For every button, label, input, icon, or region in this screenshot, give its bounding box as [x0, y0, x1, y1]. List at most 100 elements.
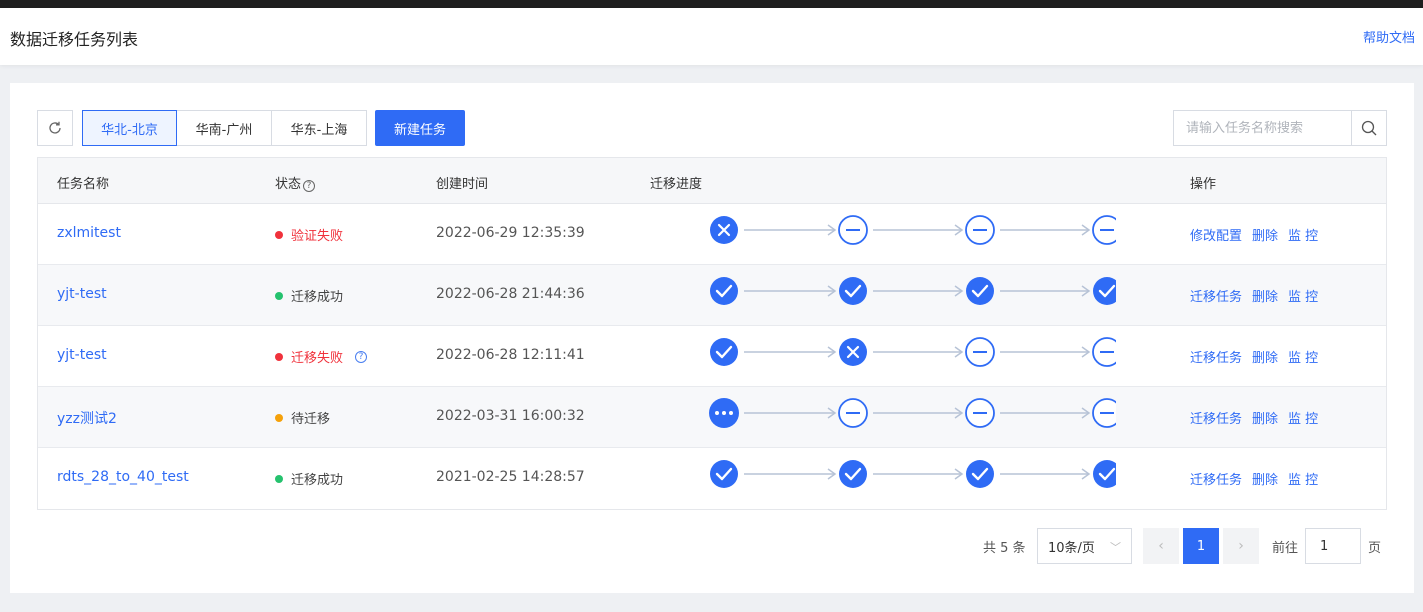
step-pending-icon: [1092, 398, 1116, 428]
page-suffix-label: 页: [1368, 541, 1382, 556]
row-actions: 修改配置 删除 监 控: [1190, 225, 1328, 244]
new-task-button[interactable]: 新建任务: [375, 110, 465, 146]
action-primary-link[interactable]: 迁移任务: [1190, 347, 1242, 366]
step-fail-icon: [839, 338, 867, 366]
status-text: 验证失败: [291, 229, 344, 244]
status-badge: 待迁移: [275, 408, 330, 427]
chevron-down-icon: ﹀: [1110, 541, 1121, 554]
step-done-icon: [1093, 277, 1116, 305]
migration-progress: [700, 274, 1116, 306]
row-actions: 迁移任务 删除 监 控: [1190, 469, 1328, 488]
step-fail-icon: [710, 216, 738, 244]
table-row: yjt-test 迁移失败? 2022-06-28 12:11:41 迁移任务 …: [38, 326, 1386, 387]
progress-steps: [710, 337, 1116, 367]
action-monitor-link[interactable]: 监 控: [1288, 347, 1318, 366]
step-pending-icon: [1092, 215, 1116, 245]
action-monitor-link[interactable]: 监 控: [1288, 225, 1318, 244]
page-size-value: 10条/页: [1048, 540, 1095, 556]
table-row: yzz测试2 待迁移 2022-03-31 16:00:32 迁移任务 删除 监…: [38, 387, 1386, 448]
task-name-link[interactable]: rdts_28_to_40_test: [57, 469, 189, 485]
status-dot-icon: [275, 352, 283, 361]
migration-progress: [700, 335, 1116, 367]
action-monitor-link[interactable]: 监 控: [1288, 408, 1318, 427]
col-header-ops: 操作: [1190, 177, 1217, 192]
chevron-right-icon: ›: [1238, 538, 1244, 554]
refresh-icon: [49, 121, 61, 134]
task-name-link[interactable]: yzz测试2: [57, 408, 117, 428]
search-button[interactable]: [1351, 111, 1386, 145]
created-time: 2022-06-28 21:44:36: [436, 286, 585, 302]
chevron-left-icon: ‹: [1158, 538, 1164, 554]
help-docs-link[interactable]: 帮助文档: [1363, 27, 1415, 46]
region-tab-beijing[interactable]: 华北-北京: [82, 110, 177, 146]
table-row: zxlmitest 验证失败 2022-06-29 12:35:39 修改配置 …: [38, 204, 1386, 265]
step-pending-icon: [965, 215, 995, 245]
page-title: 数据迁移任务列表: [10, 30, 139, 49]
action-delete-link[interactable]: 删除: [1252, 286, 1278, 305]
created-time: 2022-06-29 12:35:39: [436, 225, 585, 241]
task-name-link[interactable]: yjt-test: [57, 286, 107, 302]
region-tab-guangzhou[interactable]: 华南-广州: [176, 110, 272, 146]
task-name-link[interactable]: zxlmitest: [57, 225, 121, 241]
next-page-button[interactable]: ›: [1223, 528, 1259, 564]
table-row: yjt-test 迁移成功 2022-06-28 21:44:36 迁移任务 删…: [38, 265, 1386, 326]
step-done-icon: [1093, 460, 1116, 488]
progress-steps: [710, 215, 1116, 245]
status-dot-icon: [275, 230, 283, 239]
search-input[interactable]: [1174, 111, 1351, 145]
help-circle-icon[interactable]: ?: [303, 180, 316, 192]
top-dark-bar: [0, 0, 1423, 8]
pagination: 共 5 条 10条/页 ﹀ ‹ 1 › 前往 页: [10, 528, 1414, 564]
error-help-icon[interactable]: ?: [355, 350, 368, 363]
action-delete-link[interactable]: 删除: [1252, 225, 1278, 244]
migration-progress: [700, 396, 1116, 428]
status-text: 迁移失败: [291, 351, 344, 366]
created-time: 2022-06-28 12:11:41: [436, 347, 585, 363]
total-count: 共 5 条: [983, 541, 1026, 556]
action-delete-link[interactable]: 删除: [1252, 469, 1278, 488]
region-tab-shanghai[interactable]: 华东-上海: [271, 110, 367, 146]
goto-label: 前往: [1272, 541, 1299, 556]
step-done-icon: [966, 460, 994, 488]
action-delete-link[interactable]: 删除: [1252, 347, 1278, 366]
task-name-link[interactable]: yjt-test: [57, 347, 107, 363]
table-row: rdts_28_to_40_test 迁移成功 2021-02-25 14:28…: [38, 448, 1386, 509]
action-monitor-link[interactable]: 监 控: [1288, 469, 1318, 488]
action-delete-link[interactable]: 删除: [1252, 408, 1278, 427]
progress-steps: [710, 460, 1116, 488]
region-tabs: 华北-北京 华南-广州 华东-上海: [82, 110, 367, 146]
row-actions: 迁移任务 删除 监 控: [1190, 408, 1328, 427]
page-size-select[interactable]: 10条/页 ﹀: [1037, 528, 1132, 564]
status-dot-icon: [275, 413, 283, 422]
table-header: 任务名称 状态? 创建时间 迁移进度 操作: [38, 158, 1386, 204]
row-actions: 迁移任务 删除 监 控: [1190, 347, 1328, 366]
goto-page-input[interactable]: [1305, 528, 1361, 564]
page-header: 数据迁移任务列表 帮助文档: [0, 8, 1423, 65]
migration-progress: [700, 213, 1116, 245]
progress-steps: [709, 398, 1116, 428]
status-badge: 迁移失败?: [275, 347, 368, 366]
created-time: 2021-02-25 14:28:57: [436, 469, 585, 485]
action-primary-link[interactable]: 迁移任务: [1190, 286, 1242, 305]
step-pending-icon: [1092, 337, 1116, 367]
action-primary-link[interactable]: 修改配置: [1190, 225, 1242, 244]
step-done-icon: [839, 460, 867, 488]
prev-page-button[interactable]: ‹: [1143, 528, 1179, 564]
step-done-icon: [839, 277, 867, 305]
step-done-icon: [710, 338, 738, 366]
action-monitor-link[interactable]: 监 控: [1288, 286, 1318, 305]
page-number-current[interactable]: 1: [1183, 528, 1219, 564]
status-dot-icon: [275, 291, 283, 300]
refresh-button[interactable]: [37, 110, 73, 146]
step-running-icon: [709, 398, 739, 428]
status-badge: 验证失败: [275, 225, 343, 244]
step-done-icon: [710, 277, 738, 305]
step-pending-icon: [965, 337, 995, 367]
step-pending-icon: [838, 215, 868, 245]
action-primary-link[interactable]: 迁移任务: [1190, 469, 1242, 488]
status-badge: 迁移成功: [275, 286, 343, 305]
task-list-card: 华北-北京 华南-广州 华东-上海 新建任务 任务名称 状态? 创建时间 迁移进…: [10, 83, 1414, 593]
migration-progress: [700, 457, 1116, 489]
step-done-icon: [966, 277, 994, 305]
action-primary-link[interactable]: 迁移任务: [1190, 408, 1242, 427]
